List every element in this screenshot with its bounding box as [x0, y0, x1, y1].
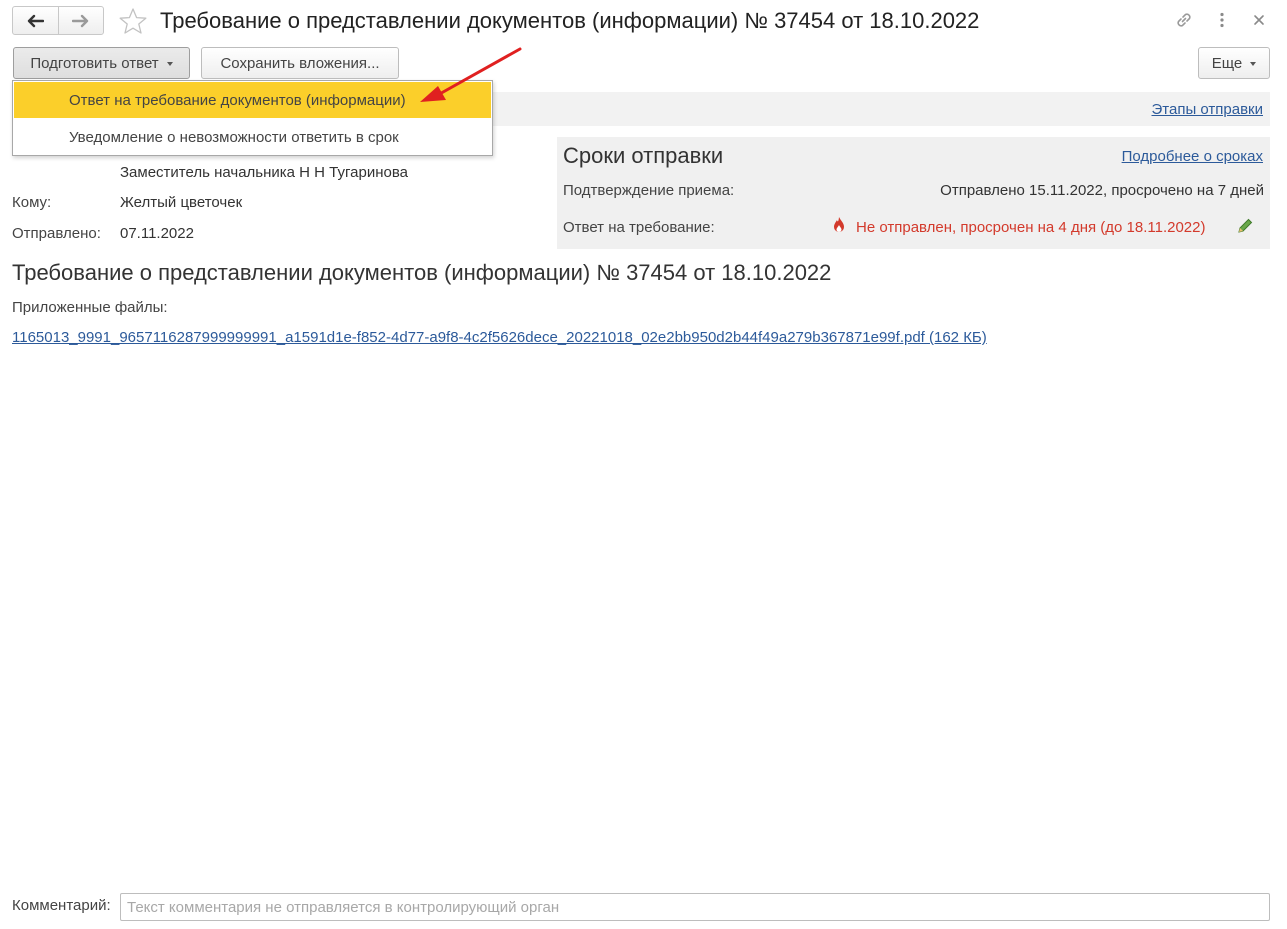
- document-heading: Требование о представлении документов (и…: [12, 260, 832, 285]
- deadlines-more-link[interactable]: Подробнее о сроках: [1122, 148, 1263, 165]
- edit-button[interactable]: [1236, 217, 1254, 239]
- save-attachments-label: Сохранить вложения...: [220, 54, 380, 72]
- save-attachments-button[interactable]: Сохранить вложения...: [201, 47, 399, 79]
- dropdown-item-label: Уведомление о невозможности ответить в с…: [69, 128, 399, 146]
- close-icon: [1254, 15, 1264, 25]
- prepare-reply-dropdown: Ответ на требование документов (информац…: [12, 80, 493, 156]
- chevron-down-icon: [1250, 62, 1257, 66]
- deadlines-title: Сроки отправки: [563, 143, 724, 168]
- link-button[interactable]: [1172, 8, 1196, 32]
- pencil-icon: [1238, 218, 1253, 233]
- back-arrow-icon: [28, 14, 45, 27]
- prepare-reply-button[interactable]: Подготовить ответ: [13, 47, 190, 79]
- dropdown-item-reply-to-requirement[interactable]: Ответ на требование документов (информац…: [14, 82, 491, 118]
- from-value: Заместитель начальника Н Н Тугаринова: [120, 164, 408, 181]
- sent-label: Отправлено:: [12, 225, 101, 242]
- attached-files-label: Приложенные файлы:: [12, 299, 168, 316]
- dropdown-item-notice-of-inability[interactable]: Уведомление о невозможности ответить в с…: [14, 119, 491, 155]
- to-value: Желтый цветочек: [120, 194, 243, 211]
- more-actions-label: Еще: [1211, 54, 1243, 72]
- forward-arrow-icon: [71, 14, 89, 27]
- attached-file-link[interactable]: 1165013_9991_9657116287999999991_a1591d1…: [12, 329, 987, 346]
- more-icon: [1220, 12, 1224, 28]
- star-icon: [119, 8, 147, 34]
- chevron-down-icon: [166, 62, 173, 66]
- reply-status-value: Не отправлен, просрочен на 4 дня (до 18.…: [856, 219, 1206, 236]
- close-button[interactable]: [1247, 8, 1271, 32]
- sent-value: 07.11.2022: [120, 225, 194, 242]
- page-title: Требование о представлении документов (и…: [160, 8, 980, 33]
- to-label: Кому:: [12, 194, 52, 211]
- send-stages-link[interactable]: Этапы отправки: [1152, 101, 1264, 118]
- link-icon: [1177, 13, 1191, 27]
- receipt-label: Подтверждение приема:: [563, 182, 735, 199]
- receipt-value: Отправлено 15.11.2022, просрочено на 7 д…: [940, 182, 1264, 199]
- comment-label: Комментарий:: [12, 897, 111, 914]
- navigation-buttons: [12, 6, 104, 35]
- forward-button[interactable]: [57, 7, 103, 34]
- reply-label: Ответ на требование:: [563, 219, 715, 236]
- prepare-reply-label: Подготовить ответ: [30, 54, 159, 72]
- more-options-button[interactable]: [1210, 8, 1234, 32]
- dropdown-item-label: Ответ на требование документов (информац…: [69, 91, 406, 109]
- comment-input[interactable]: [120, 893, 1270, 921]
- alert-flame-icon: [832, 216, 846, 238]
- favorite-star-button[interactable]: [117, 6, 149, 36]
- more-actions-button[interactable]: Еще: [1198, 47, 1270, 79]
- back-button[interactable]: [13, 7, 58, 34]
